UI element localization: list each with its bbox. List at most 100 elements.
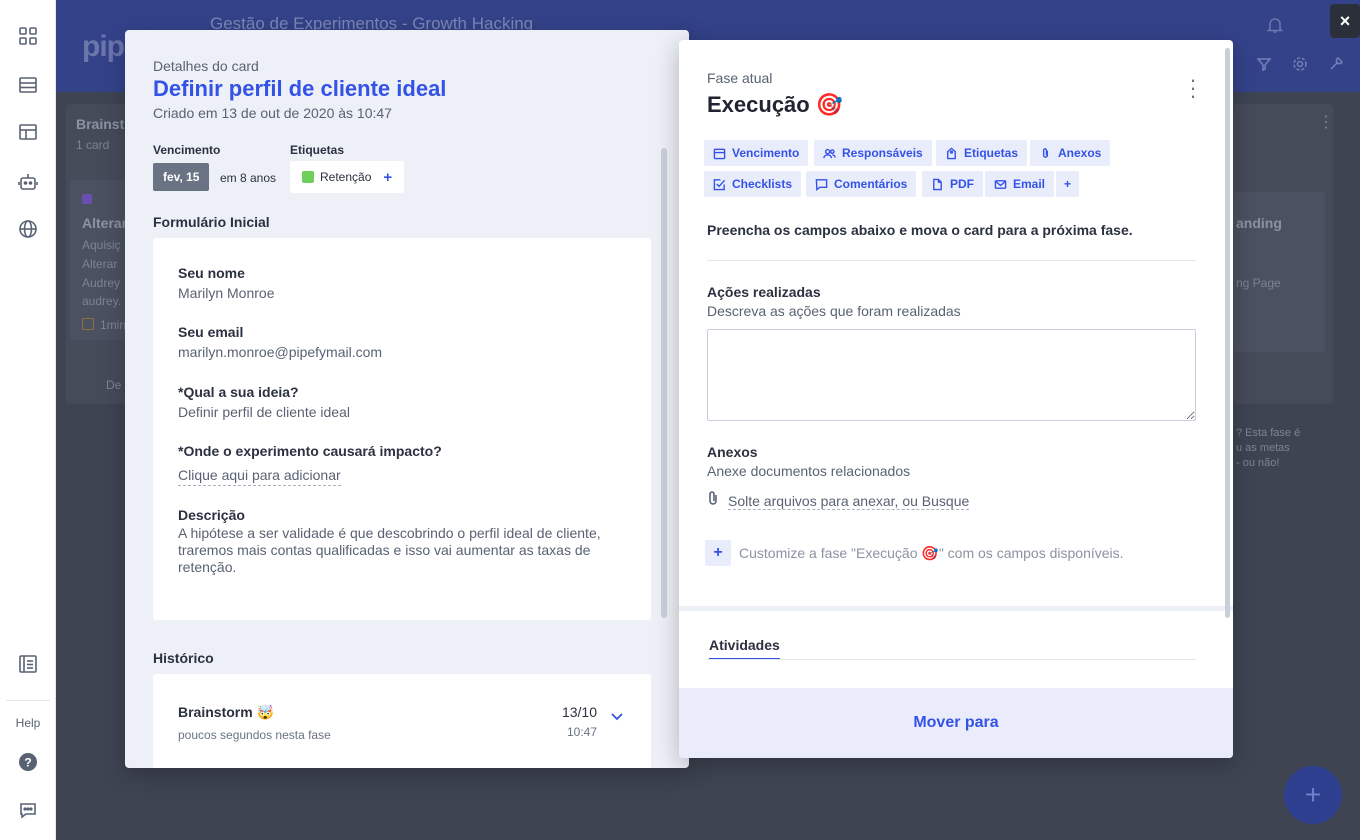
field-value-description[interactable]: A hipótese a ser validade é que descobri… xyxy=(178,525,626,576)
globe-icon[interactable] xyxy=(16,217,40,241)
phase-column-title: Brainst xyxy=(76,116,125,132)
apps-grid-icon[interactable] xyxy=(16,24,40,48)
field-label: Descrição xyxy=(178,507,245,523)
paperclip-icon xyxy=(706,490,720,511)
chip-due[interactable]: Vencimento xyxy=(704,140,809,166)
chip-label: Anexos xyxy=(1058,146,1102,160)
field-help: Anexe documentos relacionados xyxy=(707,463,911,479)
field-label: *Qual a sua ideia? xyxy=(178,384,299,400)
chip-tags[interactable]: Etiquetas xyxy=(936,140,1028,166)
card-line: Aquisiç xyxy=(82,238,121,252)
bell-icon[interactable] xyxy=(1266,16,1284,39)
chip-pdf[interactable]: PDF xyxy=(922,171,983,197)
chip-label: Vencimento xyxy=(732,146,800,160)
due-relative: em 8 anos xyxy=(220,171,277,185)
actions-textarea[interactable] xyxy=(707,329,1196,421)
card-title: Alterar xyxy=(82,215,126,231)
tab-activities[interactable]: Atividades xyxy=(709,637,780,660)
card-title: anding xyxy=(1236,215,1282,231)
svg-text:?: ? xyxy=(24,756,31,770)
field-help: Descreva as ações que foram realizadas xyxy=(707,303,961,319)
chevron-down-icon[interactable] xyxy=(611,710,623,724)
more-options-icon[interactable]: · · · xyxy=(1185,69,1201,107)
tags-box[interactable]: Retenção + xyxy=(290,161,405,193)
card-title[interactable]: Definir perfil de cliente ideal xyxy=(153,76,446,102)
history-duration: poucos segundos nesta fase xyxy=(178,728,331,742)
card-line: Alterar xyxy=(82,257,118,271)
database-icon[interactable] xyxy=(16,73,40,97)
card-details-panel: Detalhes do card Definir perfil de clien… xyxy=(125,30,689,768)
card-meta: 1min xyxy=(100,318,126,332)
field-label: Anexos xyxy=(707,444,758,460)
column-footer: De xyxy=(106,378,122,392)
tag-icon xyxy=(947,146,956,159)
chip-label: Comentários xyxy=(834,177,908,191)
interface-icon[interactable] xyxy=(16,120,40,144)
tag-color-dot xyxy=(302,171,314,183)
help-label: Help xyxy=(15,716,41,730)
field-label: Seu email xyxy=(178,324,244,340)
field-add-impact-link[interactable]: Clique aqui para adicionar xyxy=(178,467,341,486)
field-value-name[interactable]: Marilyn Monroe xyxy=(178,285,274,302)
left-nav: Help ? xyxy=(0,0,56,840)
divider xyxy=(707,260,1196,261)
paperclip-icon xyxy=(1042,147,1049,158)
phase-instruction: Preencha os campos abaixo e mova o card … xyxy=(707,222,1133,238)
section-separator xyxy=(679,606,1233,611)
due-date-badge[interactable]: fev, 15 xyxy=(153,163,210,191)
history-section-title: Histórico xyxy=(153,650,214,666)
file-icon xyxy=(933,178,942,190)
filter-icon[interactable] xyxy=(1256,56,1272,77)
chip-label: PDF xyxy=(950,177,974,191)
column-note: ? Esta fase é xyxy=(1236,427,1301,439)
add-card-fab[interactable]: + xyxy=(1284,766,1342,824)
chip-comments[interactable]: Comentários xyxy=(806,171,917,197)
card-line: Audrey xyxy=(82,276,121,290)
phase-label: Fase atual xyxy=(707,70,773,86)
history-time: 10:47 xyxy=(566,725,597,739)
question-icon[interactable]: ? xyxy=(16,750,40,774)
current-phase-panel: Fase atual Execução 🎯 · · · Vencimento Res… xyxy=(679,40,1233,758)
tags-label: Etiquetas xyxy=(290,143,345,157)
scrollbar[interactable] xyxy=(1225,48,1230,618)
chip-assignees[interactable]: Responsáveis xyxy=(814,140,932,166)
card-clock-icon xyxy=(82,318,94,330)
chip-label: Etiquetas xyxy=(964,146,1019,160)
settings-icon[interactable] xyxy=(1292,56,1308,77)
chip-label: Responsáveis xyxy=(842,146,923,160)
docs-icon[interactable] xyxy=(16,652,40,676)
chip-add-more[interactable]: + xyxy=(1056,171,1080,197)
field-value-email[interactable]: marilyn.monroe@pipefymail.com xyxy=(178,344,382,361)
field-label: Seu nome xyxy=(178,265,245,281)
phase-column-count: 1 card xyxy=(76,138,110,152)
chip-label: Checklists xyxy=(732,177,793,191)
card-line: audrey. xyxy=(82,294,122,308)
chat-icon[interactable] xyxy=(16,798,40,822)
field-label: Ações realizadas xyxy=(707,284,821,300)
customize-phase-button[interactable]: + xyxy=(705,540,731,566)
checklist-icon xyxy=(713,178,726,190)
card-details-label: Detalhes do card xyxy=(153,58,259,74)
history-item[interactable]: Brainstorm 🤯 poucos segundos nesta fase … xyxy=(153,674,651,768)
initial-form: Seu nome Marilyn Monroe Seu email marily… xyxy=(153,238,651,620)
move-to-button[interactable]: Mover para xyxy=(913,714,998,732)
tag-name[interactable]: Retenção xyxy=(320,170,371,184)
add-tag-button[interactable]: + xyxy=(383,169,392,186)
close-modal-button[interactable]: × xyxy=(1330,4,1360,38)
calendar-icon xyxy=(713,148,726,159)
chip-attachments[interactable]: Anexos xyxy=(1030,140,1111,166)
mail-icon xyxy=(994,179,1007,189)
field-value-idea[interactable]: Definir perfil de cliente ideal xyxy=(178,404,350,421)
users-icon xyxy=(823,148,836,158)
form-section-title: Formulário Inicial xyxy=(153,214,270,230)
wrench-icon[interactable] xyxy=(1328,56,1344,77)
column-more-icon[interactable]: ⋮ xyxy=(1318,115,1334,131)
divider xyxy=(707,659,1196,660)
chip-checklists[interactable]: Checklists xyxy=(704,171,802,197)
scrollbar[interactable] xyxy=(661,148,667,618)
attach-files-link[interactable]: Solte arquivos para anexar, ou Busque xyxy=(728,493,970,510)
robot-icon[interactable] xyxy=(16,170,40,194)
chip-email[interactable]: Email xyxy=(985,171,1055,197)
customize-phase-text: Customize a fase "Execução 🎯" com os cam… xyxy=(739,545,1124,561)
card-label-dot xyxy=(82,194,92,204)
